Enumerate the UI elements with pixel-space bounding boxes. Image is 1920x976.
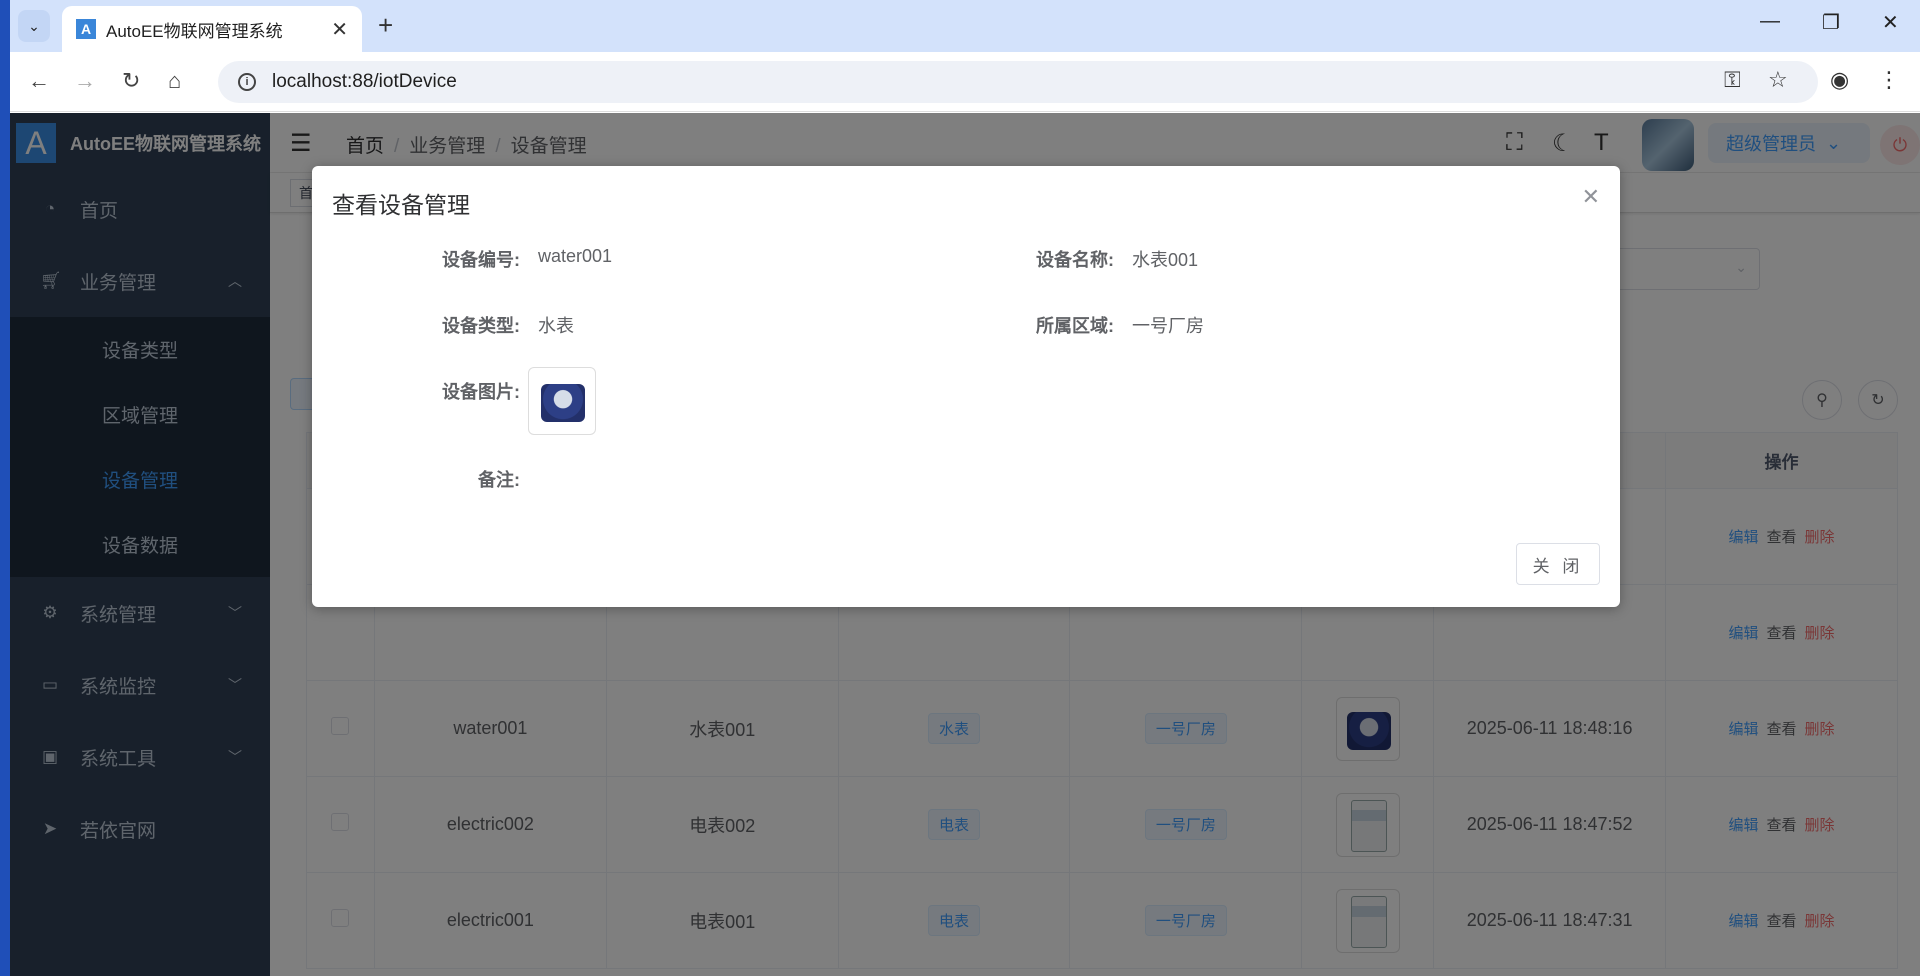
browser-window: ⌄ A AutoEE物联网管理系统 ✕ + — ❐ ✕ ← → ↻ ⌂ i lo… (10, 0, 1920, 976)
tab-bar: ⌄ A AutoEE物联网管理系统 ✕ + — ❐ ✕ (10, 0, 1920, 52)
url-text: localhost:88/iotDevice (272, 71, 457, 92)
reload-icon[interactable]: ↻ (122, 68, 140, 94)
forward-icon[interactable]: → (74, 68, 96, 94)
key-icon[interactable]: ⚿ (1724, 67, 1741, 93)
view-device-dialog: 查看设备管理 ✕ 设备编号: water001 设备名称: 水表001 设备类型… (312, 166, 1620, 607)
tab-close-icon[interactable]: ✕ (331, 17, 348, 42)
window-close-icon[interactable]: ✕ (1882, 10, 1899, 35)
tab-title: AutoEE物联网管理系统 (106, 21, 283, 41)
bookmark-star-icon[interactable]: ☆ (1768, 67, 1788, 93)
browser-tab[interactable]: A AutoEE物联网管理系统 ✕ (62, 6, 362, 52)
code-label: 设备编号: (442, 250, 520, 270)
name-value: 水表001 (1132, 250, 1199, 270)
device-image[interactable] (528, 367, 596, 435)
type-value: 水表 (538, 316, 574, 336)
image-label: 设备图片: (442, 382, 520, 402)
url-field[interactable]: i localhost:88/iotDevice (218, 61, 1818, 103)
site-info-icon[interactable]: i (238, 73, 256, 91)
tab-search-button[interactable]: ⌄ (18, 10, 50, 42)
more-menu-icon[interactable]: ⋮ (1878, 67, 1900, 93)
type-label: 设备类型: (442, 316, 520, 336)
area-label: 所属区域: (1036, 316, 1114, 336)
restore-icon[interactable]: ❐ (1822, 10, 1840, 35)
new-tab-icon[interactable]: + (378, 10, 393, 41)
name-label: 设备名称: (1036, 250, 1114, 270)
profile-icon[interactable]: ◉ (1830, 67, 1849, 93)
close-button[interactable]: 关 闭 (1516, 543, 1600, 585)
back-icon[interactable]: ← (28, 68, 50, 94)
favicon-icon: A (76, 19, 96, 39)
remark-label: 备注: (478, 470, 520, 490)
home-icon[interactable]: ⌂ (168, 68, 181, 94)
address-bar-row: ← → ↻ ⌂ i localhost:88/iotDevice ⚿ ☆ ◉ ⋮ (10, 52, 1920, 112)
dialog-title: 查看设备管理 (332, 192, 470, 218)
close-icon[interactable]: ✕ (1582, 184, 1600, 210)
minimize-icon[interactable]: — (1760, 10, 1780, 33)
area-value: 一号厂房 (1132, 316, 1204, 336)
desktop-edge (0, 0, 10, 976)
code-value: water001 (538, 246, 613, 266)
